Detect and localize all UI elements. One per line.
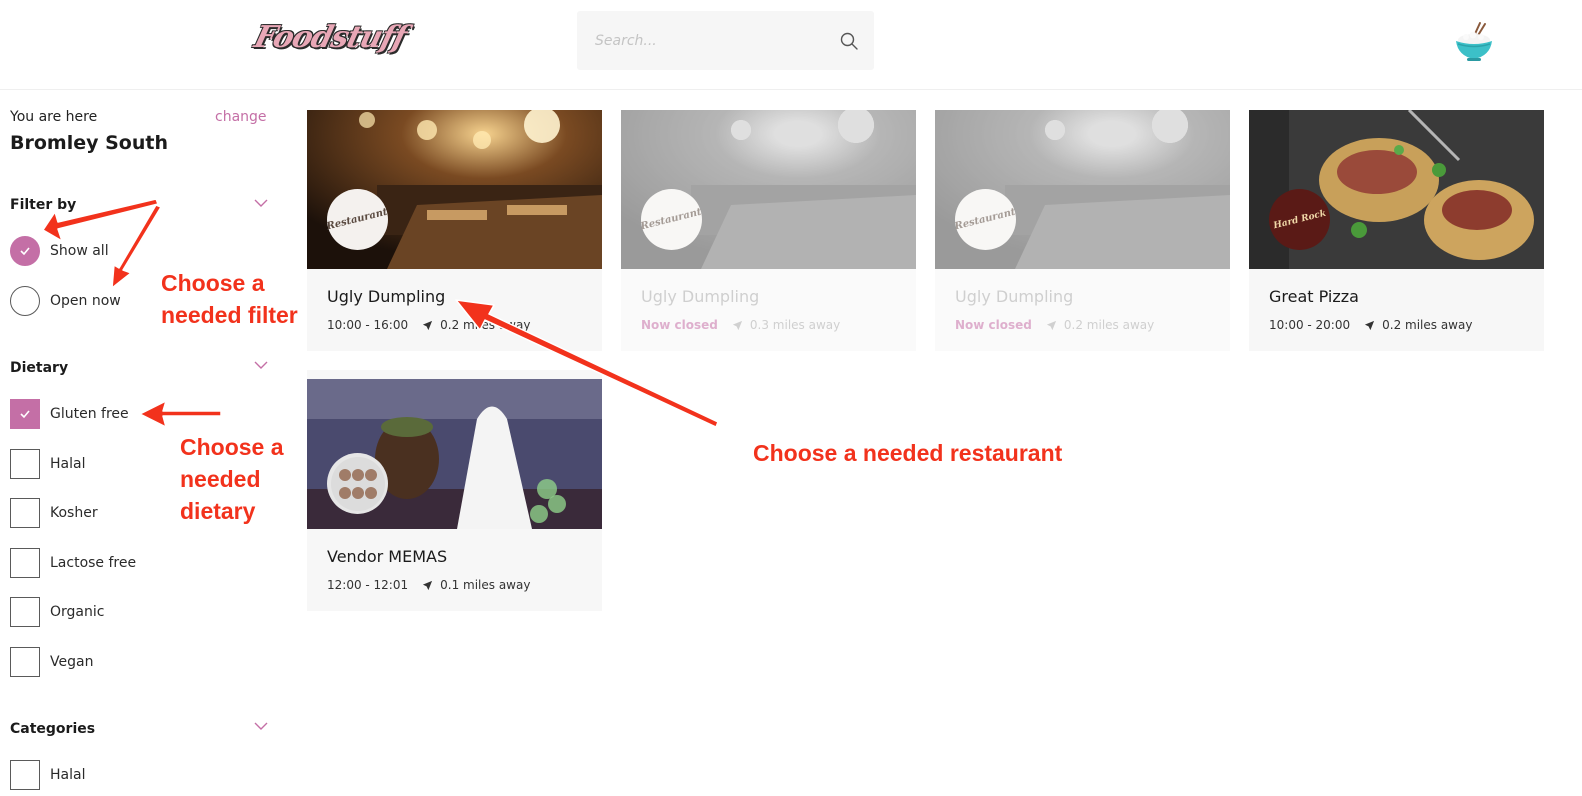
chevron-down-icon[interactable] [253, 198, 269, 208]
check-icon [20, 410, 30, 419]
opening-hours: 10:00 - 20:00 [1269, 318, 1351, 332]
restaurant-logo-badge: Restaurant [639, 189, 704, 250]
search-input[interactable] [595, 11, 825, 70]
restaurant-card[interactable]: Vendor MEMAS 12:00 - 12:01 0.1 miles awa… [307, 370, 602, 611]
checkbox-checked[interactable] [10, 399, 40, 429]
radio-checked[interactable] [10, 236, 40, 266]
search-icon[interactable] [839, 31, 859, 51]
option-label: Show all [50, 243, 109, 259]
closed-status: Now closed [641, 318, 718, 332]
option-label: Lactose free [50, 555, 137, 571]
filter-option-show-all[interactable]: Show all [10, 235, 270, 267]
check-icon [20, 247, 30, 256]
categories-section-title: Categories [10, 721, 96, 737]
badge-text: Restaurant [953, 206, 1018, 233]
checkbox-unchecked[interactable] [10, 760, 40, 790]
option-label: Kosher [50, 505, 98, 521]
distance: 0.2 miles away [440, 318, 531, 332]
restaurant-logo-badge: Hard Rock [1269, 189, 1330, 250]
restaurant-logo-badge [327, 453, 388, 514]
distance: 0.2 miles away [1382, 318, 1473, 332]
filter-section-title: Filter by [10, 197, 77, 213]
annotation-restaurant-note: Choose a needed restaurant [753, 440, 1063, 466]
badge-text: Restaurant [325, 206, 390, 233]
restaurant-name: Ugly Dumpling [955, 287, 1074, 306]
restaurant-card[interactable]: Hard Rock Great Pizza 10:00 - 20:00 0.2 … [1249, 110, 1544, 351]
distance: 0.2 miles away [1063, 318, 1155, 332]
location-arrow-icon [732, 320, 742, 330]
restaurant-meta: 10:00 - 20:00 0.2 miles away [1269, 318, 1472, 332]
badge-text: Hard Rock [1272, 208, 1327, 231]
badge-text: Restaurant [639, 206, 704, 233]
dietary-option-gluten-free[interactable]: Gluten free [10, 398, 270, 430]
annotation-dietary-note: Choose a needed dietary [180, 434, 284, 524]
chevron-down-icon[interactable] [253, 360, 269, 370]
option-label: Organic [50, 604, 105, 620]
location-arrow-icon [1365, 320, 1375, 330]
location-arrow-icon [423, 580, 433, 590]
location-label: You are here [10, 109, 98, 125]
current-location: Bromley South [10, 132, 168, 154]
vendor-logo-image [330, 456, 385, 511]
dietary-option-lactose-free[interactable]: Lactose free [10, 547, 270, 579]
restaurant-card[interactable]: Restaurant Ugly Dumpling Now closed 0.3 … [621, 110, 916, 351]
restaurant-name: Great Pizza [1269, 287, 1359, 306]
location-arrow-icon [423, 320, 433, 330]
restaurant-meta: 10:00 - 16:00 0.2 miles away [327, 318, 530, 332]
restaurant-meta: Now closed 0.2 miles away [955, 318, 1154, 332]
category-option-halal[interactable]: Halal [10, 759, 270, 791]
radio-unchecked[interactable] [10, 286, 40, 316]
restaurant-name: Vendor MEMAS [327, 547, 448, 566]
dietary-section-title: Dietary [10, 360, 69, 376]
checkbox-unchecked[interactable] [10, 498, 40, 528]
opening-hours: 10:00 - 16:00 [327, 318, 409, 332]
dietary-option-vegan[interactable]: Vegan [10, 646, 270, 678]
restaurant-name: Ugly Dumpling [641, 287, 760, 306]
opening-hours: 12:00 - 12:01 [327, 578, 409, 592]
logo-text: Foodstuff [250, 20, 410, 55]
dietary-option-organic[interactable]: Organic [10, 596, 270, 628]
option-label: Gluten free [50, 406, 129, 422]
distance: 0.1 miles away [440, 578, 531, 592]
checkbox-unchecked[interactable] [10, 548, 40, 578]
restaurant-logo-badge: Restaurant [953, 189, 1018, 250]
closed-status: Now closed [955, 318, 1032, 332]
annotation-filter-note: Choose a needed filter [161, 270, 298, 328]
location-arrow-icon [1046, 320, 1056, 330]
restaurant-card[interactable]: Restaurant Ugly Dumpling Now closed 0.2 … [935, 110, 1230, 351]
checkbox-unchecked[interactable] [10, 449, 40, 479]
restaurant-name: Ugly Dumpling [327, 287, 446, 306]
rice-bowl-icon[interactable] [1452, 20, 1496, 64]
top-header: Foodstuff [0, 0, 1582, 90]
option-label: Open now [50, 293, 121, 309]
chevron-down-icon[interactable] [253, 721, 269, 731]
checkbox-unchecked[interactable] [10, 597, 40, 627]
restaurant-logo-badge: Restaurant [325, 189, 390, 250]
restaurant-meta: Now closed 0.3 miles away [641, 318, 840, 332]
restaurant-meta: 12:00 - 12:01 0.1 miles away [327, 578, 530, 592]
distance: 0.3 miles away [749, 318, 841, 332]
option-label: Halal [50, 456, 86, 472]
search-bar[interactable] [577, 11, 874, 70]
foodstuff-logo[interactable]: Foodstuff [251, 14, 410, 62]
restaurant-card[interactable]: Restaurant Ugly Dumpling 10:00 - 16:00 0… [307, 110, 602, 351]
option-label: Halal [50, 767, 86, 783]
option-label: Vegan [50, 654, 94, 670]
checkbox-unchecked[interactable] [10, 647, 40, 677]
change-location-link[interactable]: change [215, 109, 267, 125]
